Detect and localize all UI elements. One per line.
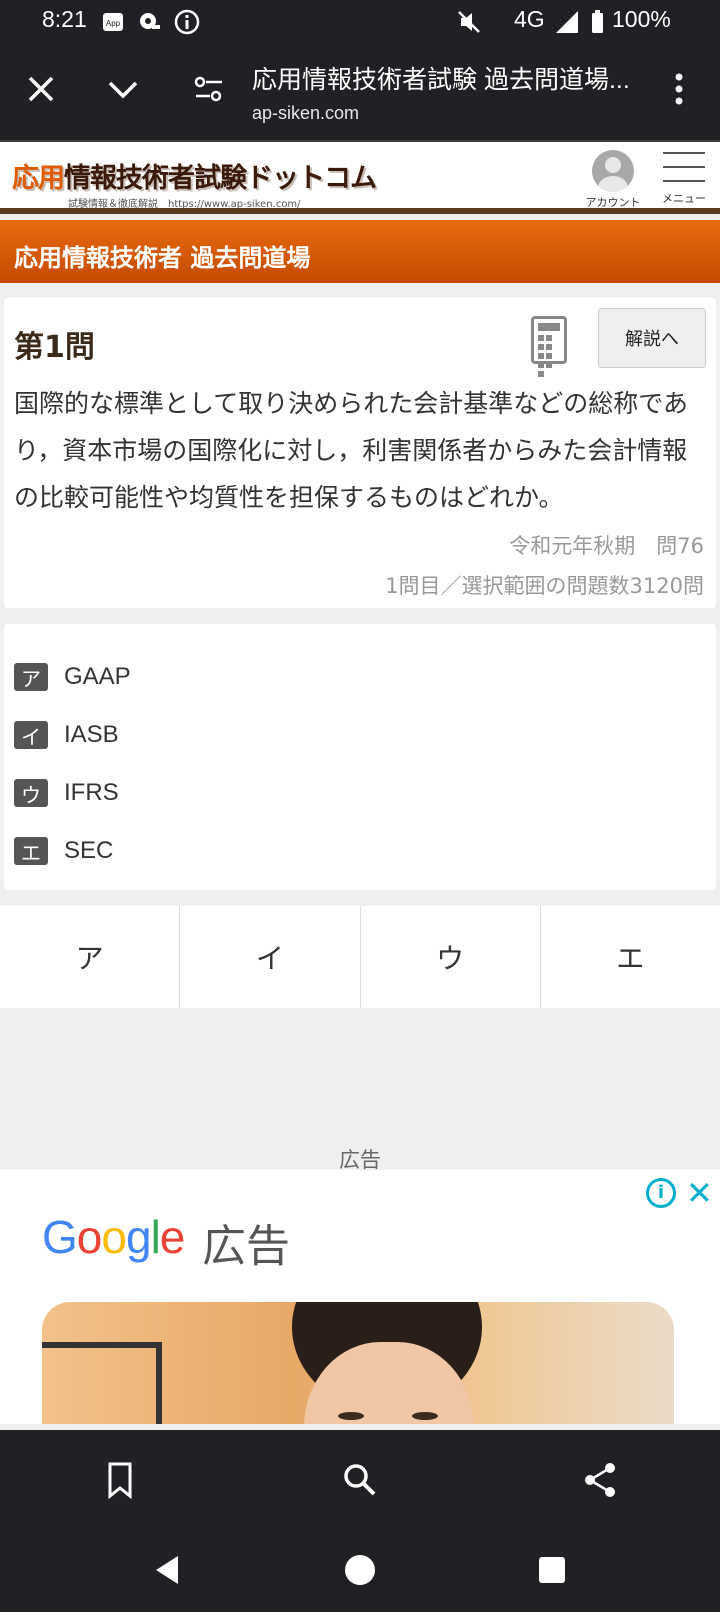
system-nav-bar — [0, 1530, 720, 1612]
choice-mark: エ — [14, 837, 48, 865]
vpn-key-icon — [140, 13, 160, 29]
share-icon[interactable] — [578, 1458, 622, 1502]
ad-title: 広告 — [202, 1221, 290, 1272]
mute-icon — [458, 11, 480, 33]
logo-subtitle: 試験情報＆徹底解説 https://www.ap-siken.com/ — [68, 199, 301, 210]
choice-mark: ウ — [14, 779, 48, 807]
signal-icon — [556, 11, 578, 33]
choice-list: ア GAAP イ IASB ウ IFRS エ SEC — [4, 624, 716, 890]
more-vert-icon[interactable] — [656, 66, 702, 112]
choice-text: IASB — [64, 721, 119, 748]
answer-button-i[interactable]: イ — [180, 906, 361, 1008]
choice-text: SEC — [64, 837, 114, 864]
page-settings-icon[interactable] — [186, 66, 232, 112]
chevron-down-icon[interactable] — [100, 66, 146, 112]
info-status-icon — [174, 9, 200, 35]
ad-info-icon[interactable]: i — [646, 1178, 676, 1208]
battery-icon — [592, 10, 603, 33]
google-logo: Google — [42, 1211, 185, 1263]
page-title: 応用情報技術者試験 過去問道場... — [252, 66, 630, 94]
question-title: 第1問 — [14, 330, 95, 365]
choice-mark: ア — [14, 663, 48, 691]
site-logo[interactable]: 応用情報技術者試験ドットコム — [12, 156, 377, 195]
question-progress: 1問目／選択範囲の問題数3120問 — [385, 574, 704, 598]
question-card: 第1問 解説へ 国際的な標準として取り決められた会計基準などの総称であり，資本市… — [4, 298, 716, 608]
question-text: 国際的な標準として取り決められた会計基準などの総称であり，資本市場の国際化に対し… — [14, 389, 689, 512]
choice-item: ア GAAP — [4, 648, 716, 706]
choice-text: GAAP — [64, 663, 131, 690]
search-icon[interactable] — [338, 1458, 382, 1502]
page-url: ap-siken.com — [252, 103, 360, 123]
answer-button-a[interactable]: ア — [0, 906, 181, 1008]
answer-button-u[interactable]: ウ — [361, 906, 541, 1008]
svg-text:App: App — [106, 19, 121, 28]
choice-mark: イ — [14, 721, 48, 749]
account-button[interactable]: アカウント — [578, 150, 648, 210]
battery-level: 100% — [612, 6, 671, 32]
answer-buttons: ア イ ウ エ — [0, 906, 720, 1008]
ad-banner[interactable]: Google 広告 i ✕ — [0, 1170, 720, 1424]
status-bar: 8:21 App 4G 100% — [0, 0, 720, 44]
account-label: アカウント — [585, 196, 641, 209]
bookmark-icon[interactable] — [98, 1458, 142, 1502]
menu-button[interactable]: メニュー — [656, 152, 712, 206]
choice-item: ウ IFRS — [4, 764, 716, 822]
calculator-icon[interactable] — [531, 316, 567, 377]
status-time: 8:21 — [42, 6, 87, 32]
choice-item: エ SEC — [4, 822, 716, 880]
ad-image[interactable] — [42, 1302, 674, 1424]
back-icon[interactable] — [150, 1552, 186, 1588]
network-type: 4G — [514, 6, 545, 32]
menu-label: メニュー — [662, 192, 706, 205]
browser-toolbar: 応用情報技術者試験 過去問道場... ap-siken.com — [0, 44, 720, 142]
question-source: 令和元年秋期 問76 — [509, 534, 704, 558]
explanation-button[interactable]: 解説へ — [598, 308, 706, 368]
question-meta: 令和元年秋期 問76 1問目／選択範囲の問題数3120問 — [385, 526, 704, 606]
site-header: 応用情報技術者試験ドットコム 試験情報＆徹底解説 https://www.ap-… — [0, 142, 720, 214]
choice-item: イ IASB — [4, 706, 716, 764]
home-icon[interactable] — [342, 1552, 378, 1588]
choice-text: IFRS — [64, 779, 119, 806]
close-icon[interactable] — [18, 66, 64, 112]
bottom-toolbar — [0, 1430, 720, 1530]
answer-button-e[interactable]: エ — [541, 906, 720, 1008]
app-notification-icon: App — [103, 13, 123, 31]
account-icon — [592, 150, 634, 192]
section-banner: 応用情報技術者 過去問道場 — [0, 220, 720, 283]
hamburger-icon — [656, 152, 712, 182]
recents-icon[interactable] — [534, 1552, 570, 1588]
ad-close-icon[interactable]: ✕ — [686, 1174, 713, 1212]
